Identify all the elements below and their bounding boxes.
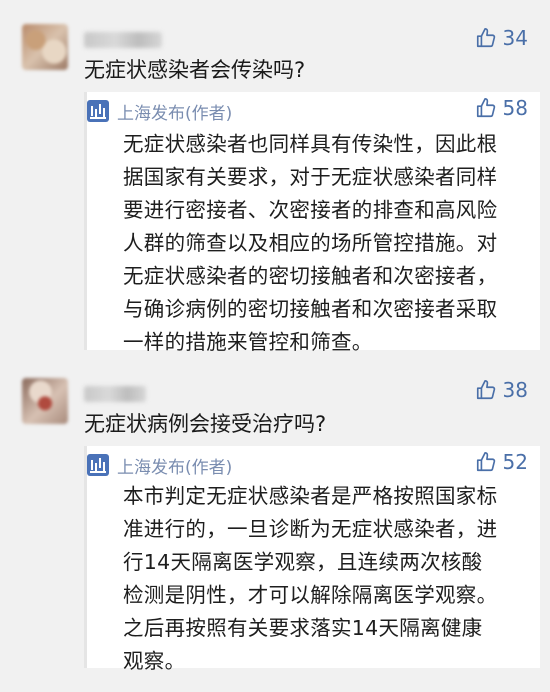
thumb-up-icon: [476, 28, 495, 48]
shanghai-fabu-logo: [87, 100, 109, 122]
like-button[interactable]: 34: [475, 26, 528, 50]
reply-line: 无症状感染者的密切接触者和次密接者，: [123, 264, 498, 288]
thumb-up-icon: [476, 98, 495, 118]
reply-line: 一样的措施来管控和筛查。: [123, 330, 373, 354]
reply-header: 上海发布(作者): [87, 98, 232, 124]
shanghai-fabu-logo: [87, 454, 109, 476]
reply-line: 据国家有关要求，对于无症状感染者同样: [123, 165, 498, 189]
thumb-up-icon: [476, 380, 495, 400]
reply-like-button[interactable]: 58: [475, 96, 528, 120]
author-reply: 上海发布(作者) 52 本市判定无症状感染者是严格按照国家标 准进行的，一旦诊断…: [84, 446, 540, 673]
comment-text: 无症状感染者会传染吗?: [84, 58, 306, 82]
thumb-up-icon: [476, 452, 495, 472]
reply-author-name: 上海发布(作者): [117, 457, 233, 478]
user-name-redacted: [84, 386, 146, 402]
reply-header: 上海发布(作者): [87, 452, 232, 478]
reply-body: 无症状感染者也同样具有传染性，因此根 据国家有关要求，对于无症状感染者同样 要进…: [123, 128, 524, 359]
reply-like-count: 52: [502, 450, 528, 474]
reply-line: 人群的筛查以及相应的场所管控措施。对: [123, 231, 498, 255]
reply-line: 准进行的，一旦诊断为无症状感染者，进: [123, 517, 498, 541]
author-reply: 上海发布(作者) 58 无症状感染者也同样具有传染性，因此根 据国家有关要求，对…: [84, 92, 540, 354]
user-avatar[interactable]: [22, 24, 68, 70]
like-count: 34: [502, 26, 528, 50]
reply-body: 本市判定无症状感染者是严格按照国家标 准进行的，一旦诊断为无症状感染者，进 行1…: [123, 480, 524, 678]
like-button[interactable]: 38: [475, 378, 528, 402]
like-count: 38: [502, 378, 528, 402]
user-avatar[interactable]: [22, 378, 68, 424]
reply-line: 检测是阴性，才可以解除隔离医学观察。: [123, 583, 498, 607]
reply-like-button[interactable]: 52: [475, 450, 528, 474]
comment-text: 无症状病例会接受治疗吗?: [84, 412, 327, 436]
reply-line: 观察。: [123, 649, 186, 673]
reply-line: 与确诊病例的密切接触者和次密接者采取: [123, 297, 498, 321]
reply-author-name: 上海发布(作者): [117, 103, 233, 124]
reply-line: 之后再按照有关要求落实14天隔离健康: [123, 616, 483, 640]
reply-line: 无症状感染者也同样具有传染性，因此根: [123, 132, 498, 156]
reply-like-count: 58: [502, 96, 528, 120]
user-name-redacted: [84, 32, 162, 48]
reply-line: 行14天隔离医学观察，且连续两次核酸: [123, 550, 483, 574]
reply-line: 本市判定无症状感染者是严格按照国家标: [123, 484, 498, 508]
reply-line: 要进行密接者、次密接者的排查和高风险: [123, 198, 498, 222]
